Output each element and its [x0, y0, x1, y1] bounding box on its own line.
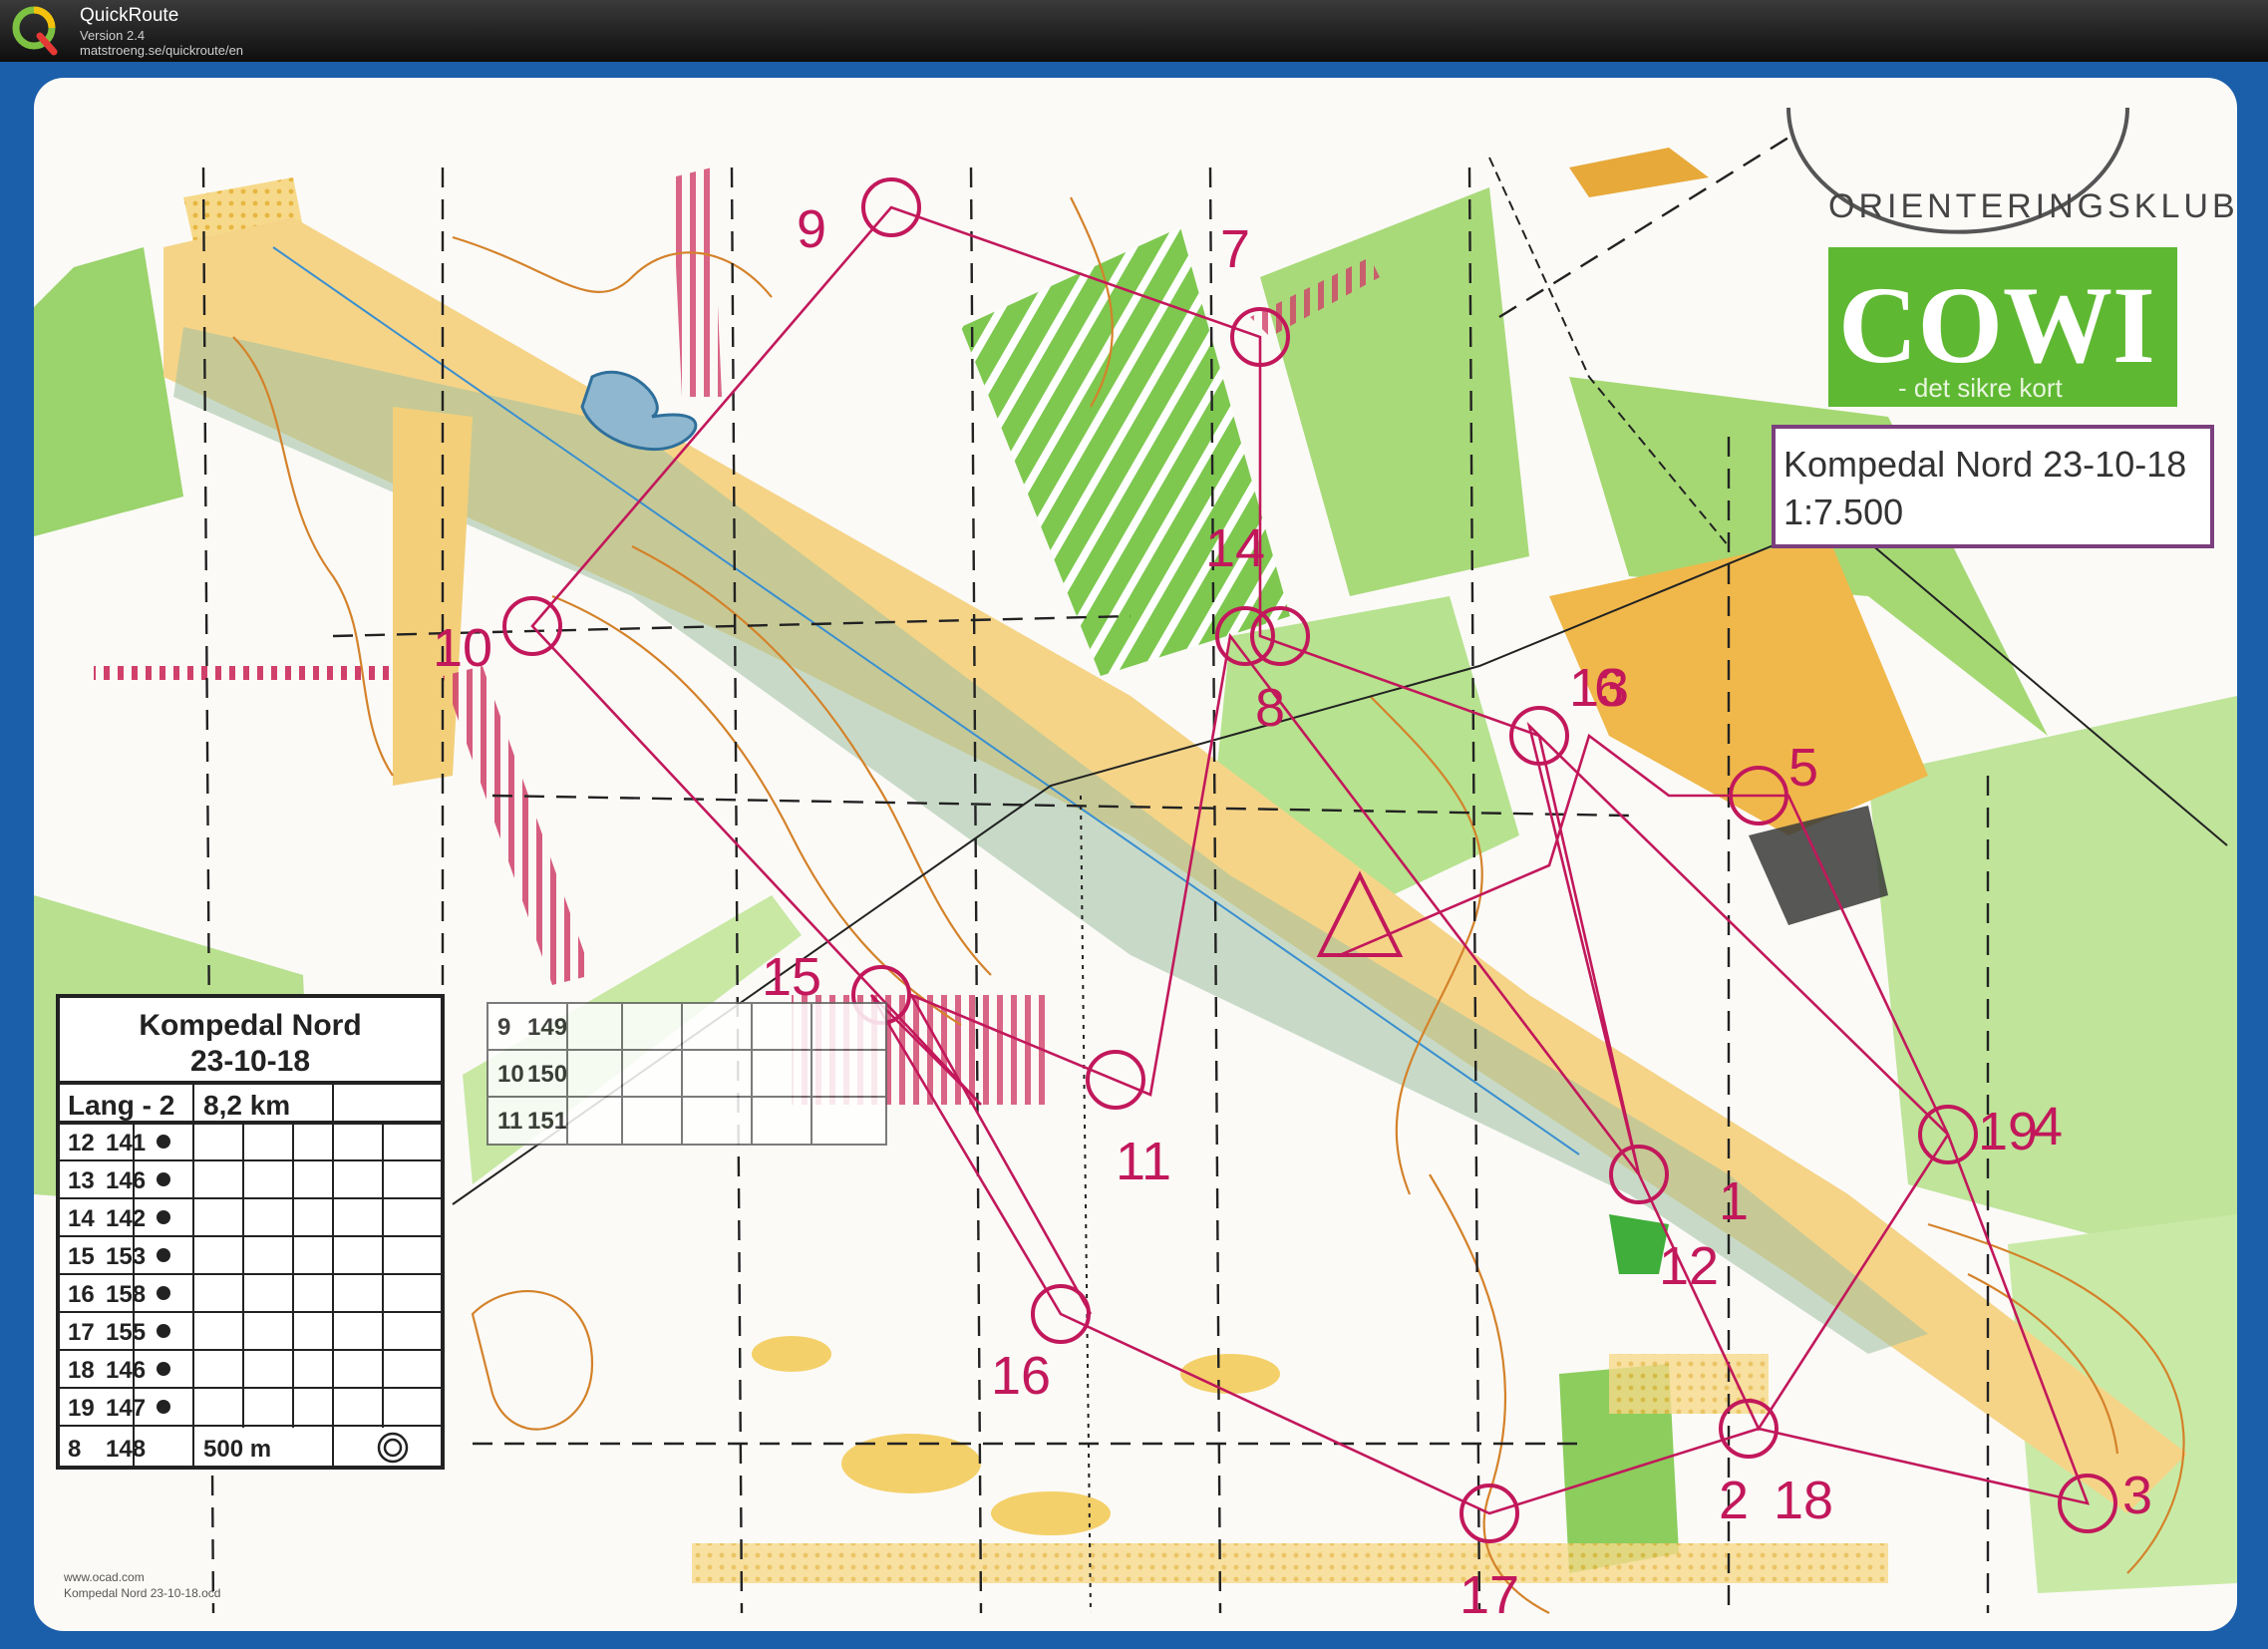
legend-date: 23-10-18 — [190, 1045, 310, 1078]
control-number-label: 2 — [1719, 1471, 1749, 1530]
legend-row-num: 17 — [68, 1319, 95, 1346]
legend-row-num: 12 — [68, 1130, 95, 1156]
feature-symbol-icon — [157, 1210, 170, 1224]
legend-title: Kompedal Nord — [139, 1009, 361, 1042]
app-url[interactable]: matstroeng.se/quickroute/en — [80, 43, 243, 58]
control-number-label: 16 — [991, 1346, 1051, 1406]
legend2-row-num: 11 — [497, 1108, 522, 1135]
map-scale: 1:7.500 — [1783, 492, 1903, 532]
control-number-label: 3 — [2122, 1466, 2152, 1525]
app-title: QuickRoute — [80, 5, 179, 26]
quickroute-logo-icon — [12, 6, 58, 56]
orienteering-map[interactable]: 9 710148 13651511 194121162 18 317 COWI - det… — [34, 78, 2237, 1631]
legend-row-num: 14 — [68, 1205, 95, 1232]
feature-symbol-icon — [157, 1324, 170, 1338]
feature-symbol-icon — [157, 1172, 170, 1186]
legend-row-code: 155 — [106, 1319, 146, 1346]
legend-row-code: 146 — [106, 1167, 146, 1194]
map-title-box: Kompedal Nord 23-10-18 1:7.500 — [1772, 425, 2214, 548]
map-viewport[interactable]: 9 7 10 14 8 13 6 5 15 11 19 4 12 1 16 2 18 3 17 COWI - det… — [34, 78, 2237, 1631]
legend-row-code: 147 — [106, 1395, 146, 1422]
feature-symbol-icon — [157, 1400, 170, 1414]
control-number-label: 18 — [1774, 1471, 1833, 1530]
sponsor-name: COWI — [1838, 264, 2155, 386]
control-number-label: 11 — [1116, 1132, 1171, 1191]
legend-row-code: 141 — [106, 1130, 146, 1156]
legend2-row-num: 10 — [497, 1061, 524, 1088]
control-number-label: 15 — [762, 947, 821, 1007]
legend2-row-code: 151 — [527, 1108, 567, 1135]
legend-row-num: 13 — [68, 1167, 95, 1194]
legend-finish-distance: 500 m — [203, 1436, 271, 1463]
legend2-row-code: 149 — [527, 1014, 567, 1041]
control-number-label: 10 — [433, 618, 492, 678]
map-footnote-1: www.ocad.com — [63, 1570, 145, 1584]
control-number-label: 4 — [2033, 1097, 2063, 1156]
club-seal-text: ORIENTERINGSKLUB — [1828, 187, 2237, 225]
legend-row-code: 153 — [106, 1243, 146, 1270]
control-number-label: 6 — [1594, 658, 1624, 718]
legend-distance: 8,2 km — [203, 1090, 290, 1121]
legend-row-code: 142 — [106, 1205, 146, 1232]
legend2-row-code: 150 — [527, 1061, 567, 1088]
title-bar: QuickRoute Version 2.4 matstroeng.se/qui… — [0, 0, 2268, 62]
control-description-sheet: Kompedal Nord 23-10-18 Lang - 2 8,2 km 1… — [56, 994, 445, 1470]
legend-row-num: 16 — [68, 1281, 95, 1308]
legend-last-code: 148 — [106, 1436, 146, 1463]
legend-row-code: 146 — [106, 1357, 146, 1384]
feature-symbol-icon — [157, 1286, 170, 1300]
legend-course: Lang - 2 — [68, 1090, 174, 1121]
legend-last-num: 8 — [68, 1436, 81, 1463]
control-number-label: 12 — [1659, 1236, 1719, 1296]
feature-symbol-icon — [157, 1135, 170, 1149]
control-number-label: 14 — [1205, 518, 1265, 578]
map-footnote-2: Kompedal Nord 23-10-18.ocd — [64, 1586, 220, 1600]
map-title: Kompedal Nord 23-10-18 — [1783, 444, 2186, 485]
sponsor-block: COWI - det sikre kort — [1828, 247, 2177, 407]
feature-symbol-icon — [157, 1248, 170, 1262]
control-number-label: 8 — [1255, 678, 1285, 738]
control-number-label: 1 — [1719, 1171, 1749, 1231]
legend-row-num: 18 — [68, 1357, 95, 1384]
control-number-label: 5 — [1788, 738, 1818, 798]
legend-row-code: 158 — [106, 1281, 146, 1308]
app-version: Version 2.4 — [80, 28, 146, 43]
control-description-sheet-2: 9 14910 15011 151 — [486, 1002, 887, 1146]
control-number-label: 9 — [797, 199, 826, 259]
legend-row-num: 19 — [68, 1395, 95, 1422]
control-number-label: 17 — [1459, 1565, 1519, 1625]
legend2-row-num: 9 — [497, 1014, 510, 1041]
control-number-label: 7 — [1220, 219, 1250, 279]
feature-symbol-icon — [157, 1362, 170, 1376]
sponsor-tagline: - det sikre kort — [1898, 373, 2063, 403]
legend-row-num: 15 — [68, 1243, 95, 1270]
control-number-label: 19 — [1978, 1102, 2038, 1161]
